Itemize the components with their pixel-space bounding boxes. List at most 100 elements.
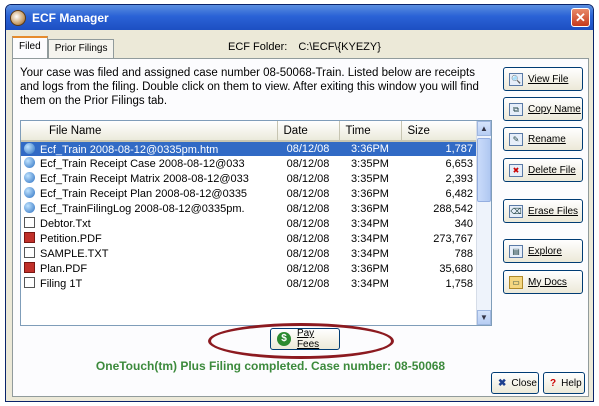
date-cell: 08/12/08 [286,202,330,215]
file-name-cell: Filing 1T [21,276,277,291]
time-cell: 3:35PM [351,157,389,170]
copy-name-button[interactable]: ⧉ Copy Name [503,97,583,121]
time-cell: 3:34PM [351,277,389,290]
close-button[interactable]: ✖ Close [491,372,539,394]
file-name-cell: Ecf_Train Receipt Case 2008-08-12@033 [21,156,277,171]
tab-bar: Filed Prior Filings [12,36,115,58]
file-list[interactable]: File Name Date Time Size Ecf_Train 2008-… [20,120,492,326]
scroll-down-arrow-icon[interactable]: ▼ [477,310,491,325]
size-cell: 788 [454,247,473,260]
text-file-icon [24,277,35,288]
table-row[interactable]: Ecf_TrainFilingLog 2008-08-12@0335pm. 08/… [21,201,479,216]
table-row[interactable]: Debtor.Txt 08/12/08 3:34PM 340 [21,216,479,231]
file-name-cell: Petition.PDF [21,231,277,246]
delete-file-button[interactable]: ✖ Delete File [503,158,583,182]
delete-icon: ✖ [509,163,523,177]
dollar-icon: $ [277,332,291,346]
size-cell: 340 [454,217,473,230]
time-cell: 3:35PM [351,172,389,185]
time-cell: 3:34PM [351,247,389,260]
filing-description: Your case was filed and assigned case nu… [20,67,479,107]
explore-icon: ▤ [509,244,523,258]
rename-icon: ✎ [509,132,523,146]
close-icon: ✖ [498,377,507,389]
close-window-button[interactable]: ✕ [571,8,590,27]
erase-files-button[interactable]: ⌫ Erase Files [503,199,583,223]
scroll-thumb[interactable] [477,138,491,202]
file-name-cell: Plan.PDF [21,261,277,276]
ecf-manager-window: ECF Manager ✕ Filed Prior Filings ECF Fo… [5,4,594,402]
text-file-icon [24,247,35,258]
web-file-icon [24,202,35,213]
view-file-button[interactable]: 🔍 View File [503,67,583,91]
my-docs-button[interactable]: ▭ My Docs [503,270,583,294]
table-row[interactable]: SAMPLE.TXT 08/12/08 3:34PM 788 [21,246,479,261]
size-cell: 2,393 [445,172,473,185]
date-cell: 08/12/08 [286,232,330,245]
title-bar: ECF Manager ✕ [6,5,593,30]
pdf-file-icon [24,232,35,243]
help-icon: ? [550,377,557,389]
window-title: ECF Manager [32,10,109,25]
file-list-scrollbar[interactable]: ▲ ▼ [476,121,491,325]
web-file-icon [24,142,35,154]
size-cell: 1,758 [445,277,473,290]
tab-filed[interactable]: Filed [12,36,48,58]
date-cell: 08/12/08 [286,247,330,260]
size-cell: 6,482 [445,187,473,200]
erase-icon: ⌫ [509,204,523,218]
tab-prior-filings[interactable]: Prior Filings [47,39,115,58]
date-cell: 08/12/08 [286,157,330,170]
date-cell: 08/12/08 [286,217,330,230]
filed-panel: Your case was filed and assigned case nu… [12,58,589,397]
date-cell: 08/12/08 [286,277,330,290]
table-row[interactable]: Ecf_Train Receipt Plan 2008-08-12@0335 08… [21,186,479,201]
file-name-cell: Ecf_Train Receipt Plan 2008-08-12@0335 [21,186,277,201]
time-cell: 3:36PM [351,262,389,275]
scroll-up-arrow-icon[interactable]: ▲ [477,121,491,136]
time-cell: 3:36PM [339,141,401,156]
file-name-cell: Ecf_TrainFilingLog 2008-08-12@0335pm. [21,201,277,216]
table-row[interactable]: Plan.PDF 08/12/08 3:36PM 35,680 [21,261,479,276]
size-cell: 35,680 [439,262,473,275]
file-table: File Name Date Time Size Ecf_Train 2008-… [21,121,480,291]
time-cell: 3:36PM [351,187,389,200]
date-cell: 08/12/08 [286,187,330,200]
date-cell: 08/12/08 [277,141,339,156]
time-cell: 3:34PM [351,232,389,245]
ecf-folder-path: C:\ECF\{KYEZY} [298,41,381,53]
size-cell: 1,787 [401,141,479,156]
pdf-file-icon [24,262,35,273]
web-file-icon [24,172,35,183]
table-row[interactable]: Filing 1T 08/12/08 3:34PM 1,758 [21,276,479,291]
file-name-cell: Debtor.Txt [21,216,277,231]
column-header-date[interactable]: Date [277,121,340,142]
date-cell: 08/12/08 [286,172,330,185]
table-row[interactable]: Petition.PDF 08/12/08 3:34PM 273,767 [21,231,479,246]
file-name-cell: Ecf_Train 2008-08-12@0335pm.htm [21,141,277,156]
time-cell: 3:36PM [351,202,389,215]
column-header-size[interactable]: Size [401,121,480,142]
pay-fees-button[interactable]: $ Pay Fees [270,328,340,350]
status-message: OneTouch(tm) Plus Filing completed. Case… [95,359,446,373]
file-name-cell: SAMPLE.TXT [21,246,277,261]
time-cell: 3:34PM [351,217,389,230]
table-row[interactable]: Ecf_Train 2008-08-12@0335pm.htm 08/12/08 3… [21,141,479,156]
size-cell: 288,542 [433,202,473,215]
help-button[interactable]: ? Help [543,372,585,394]
explore-button[interactable]: ▤ Explore [503,239,583,263]
date-cell: 08/12/08 [286,262,330,275]
file-name-cell: Ecf_Train Receipt Matrix 2008-08-12@033 [21,171,277,186]
size-cell: 6,653 [445,157,473,170]
app-icon [10,9,26,26]
ecf-folder-label: ECF Folder: [228,41,288,53]
rename-button[interactable]: ✎ Rename [503,127,583,151]
copy-icon: ⧉ [509,102,523,116]
table-row[interactable]: Ecf_Train Receipt Matrix 2008-08-12@033 0… [21,171,479,186]
size-cell: 273,767 [433,232,473,245]
column-header-time[interactable]: Time [339,121,402,142]
table-row[interactable]: Ecf_Train Receipt Case 2008-08-12@033 08/… [21,156,479,171]
web-file-icon [24,187,35,198]
column-header-file-name[interactable]: File Name [21,121,278,142]
view-file-icon: 🔍 [509,72,523,86]
